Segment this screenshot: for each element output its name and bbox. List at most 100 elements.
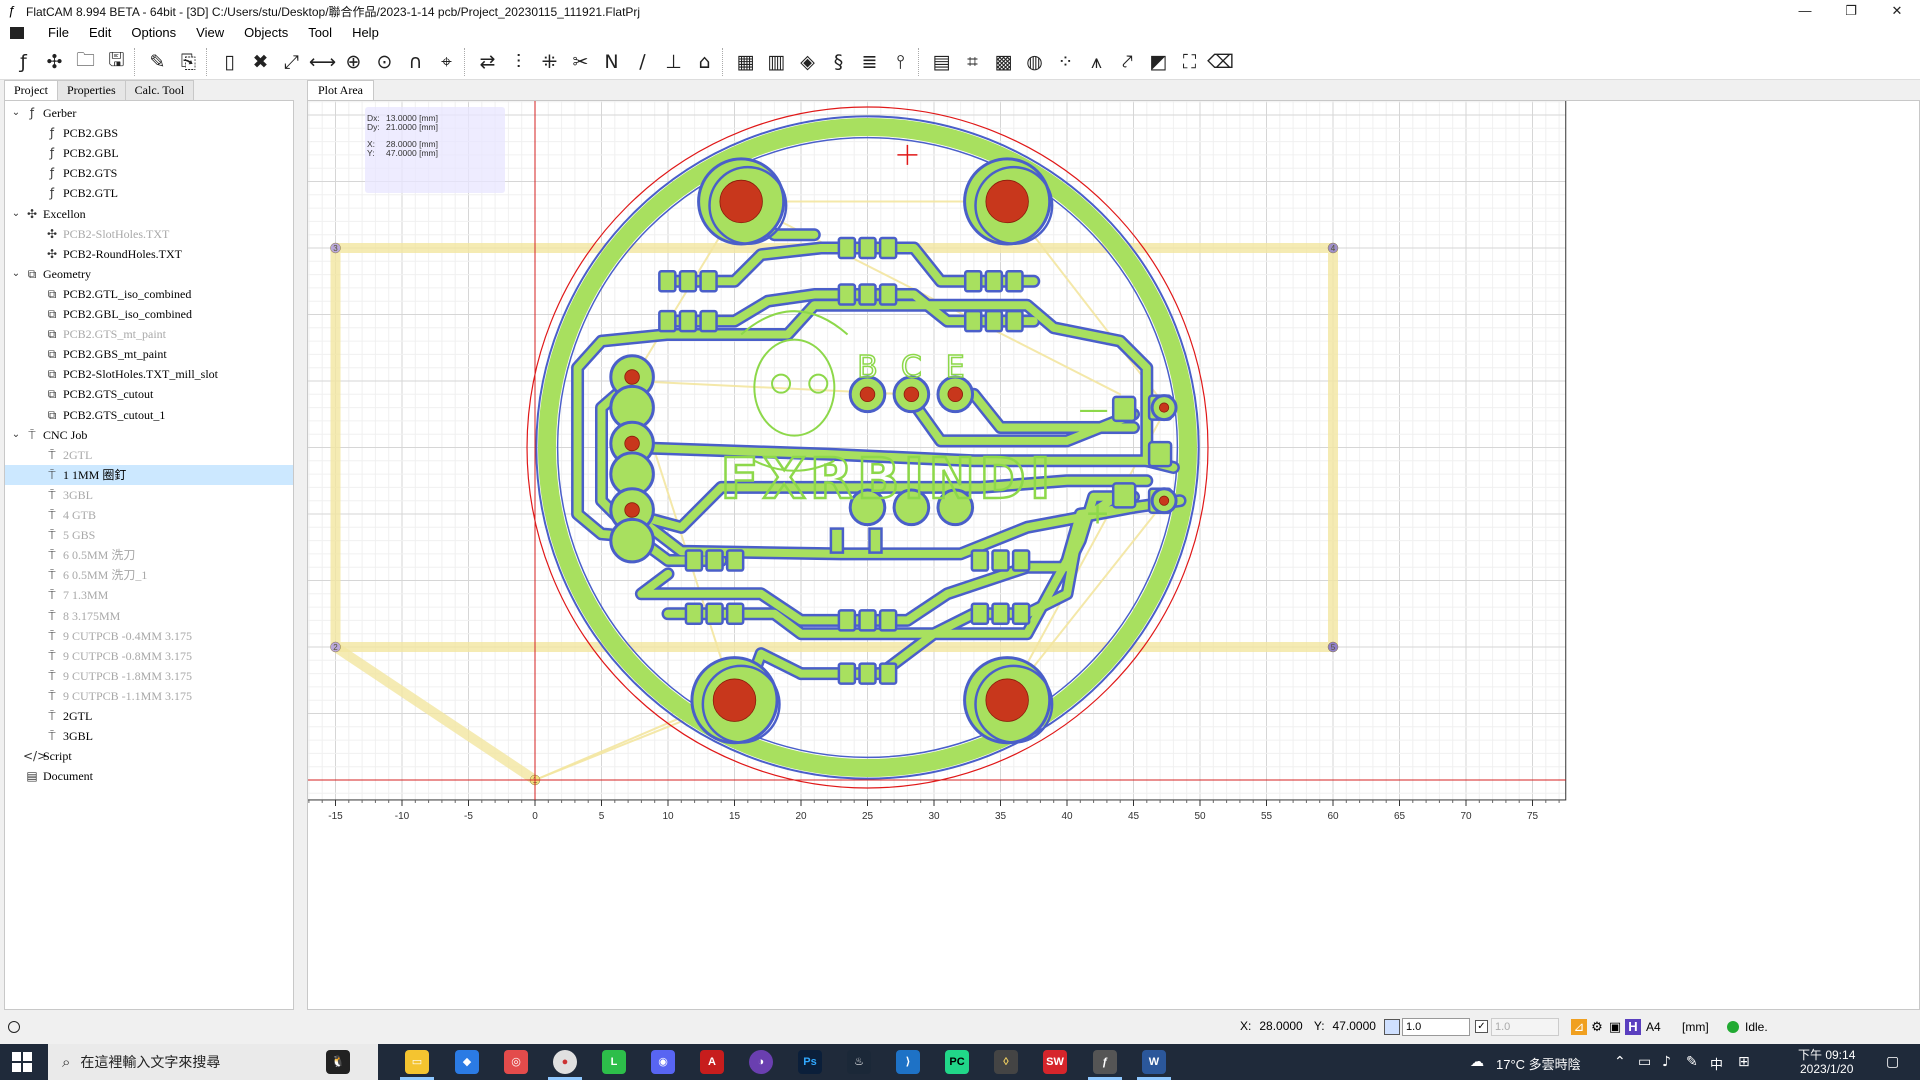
tree-category[interactable]: </> Script <box>5 746 293 766</box>
delete-x-icon[interactable]: ✖ <box>245 47 276 77</box>
vscode-icon[interactable]: ⟩ <box>896 1050 920 1074</box>
maximize-button[interactable]: ❐ <box>1828 0 1874 22</box>
target-icon[interactable]: ⊙ <box>369 47 400 77</box>
align-icon[interactable]: ⫶ <box>503 47 534 77</box>
tree-item[interactable]: ⍑ 8 3.175MM <box>5 606 293 626</box>
chrome-icon[interactable]: ● <box>553 1050 577 1074</box>
app-menu-icon[interactable] <box>10 27 24 39</box>
tree-category[interactable]: ⌄ ⍑ CNC Job <box>5 425 293 445</box>
notification-icon[interactable]: ▢ <box>1886 1054 1899 1070</box>
tab-plot-area[interactable]: Plot Area <box>307 80 374 100</box>
tree-category[interactable]: ⌄ ƒ Gerber <box>5 103 293 123</box>
cut-icon[interactable]: ✂ <box>565 47 596 77</box>
menu-view[interactable]: View <box>186 22 234 44</box>
rules-icon[interactable]: ≣ <box>854 47 885 77</box>
tree-item[interactable]: ⍑ 1 1MM 圈釘 <box>5 464 293 485</box>
pcb-icon[interactable]: ⌂ <box>689 47 720 77</box>
axis-toggle-icon[interactable]: ⊿ <box>1571 1019 1587 1035</box>
tree-category[interactable]: ⌄ ✣ Excellon <box>5 204 293 224</box>
tree-item[interactable]: ƒ PCB2.GTS <box>5 163 293 183</box>
tab-calc-tool[interactable]: Calc. Tool <box>124 80 195 100</box>
solder-icon[interactable]: ⊥ <box>658 47 689 77</box>
ncc-icon[interactable]: N <box>596 47 627 77</box>
volume-icon[interactable]: ♪ <box>1662 1054 1671 1070</box>
acrobat-icon[interactable]: A <box>700 1050 724 1074</box>
chevron-down-icon[interactable]: ⌄ <box>9 425 23 445</box>
calculator-icon[interactable]: ▤ <box>926 47 957 77</box>
drill-icon[interactable]: ⫯ <box>885 47 916 77</box>
tree-item[interactable]: ⍑ 3GBL <box>5 485 293 505</box>
tree-item[interactable]: ⧉ PCB2-SlotHoles.TXT_mill_slot <box>5 364 293 384</box>
tree-item[interactable]: ⧉ PCB2.GTS_cutout_1 <box>5 405 293 425</box>
crop-icon[interactable]: ⌗ <box>957 47 988 77</box>
check-icon[interactable]: ◍ <box>1019 47 1050 77</box>
invert-icon[interactable]: ◩ <box>1143 47 1174 77</box>
tree-item[interactable]: ⍑ 9 CUTPCB -0.4MM 3.175 <box>5 626 293 646</box>
ime-mode-icon[interactable]: ⊞ <box>1738 1054 1750 1070</box>
fullscreen-icon[interactable]: ⛶ <box>1174 47 1205 77</box>
discord-icon[interactable]: ◉ <box>651 1050 675 1074</box>
close-button[interactable]: ✕ <box>1874 0 1920 22</box>
film-icon[interactable]: ▥ <box>761 47 792 77</box>
windows-start-icon[interactable] <box>12 1052 32 1072</box>
chevron-down-icon[interactable]: ⌄ <box>9 204 23 224</box>
new-excellon-icon[interactable]: ✣ <box>39 47 70 77</box>
menu-file[interactable]: File <box>38 22 79 44</box>
menu-objects[interactable]: Objects <box>234 22 298 44</box>
tree-item[interactable]: ⍑ 2GTL <box>5 445 293 465</box>
panelize-icon[interactable]: ▦ <box>730 47 761 77</box>
grid-y-input[interactable]: 1.0 <box>1491 1018 1559 1036</box>
tree-category[interactable]: ▤ Document <box>5 766 293 786</box>
eraser-icon[interactable]: ⌫ <box>1205 47 1236 77</box>
shield-app-icon[interactable]: ◊ <box>994 1050 1018 1074</box>
steam-icon[interactable]: ♨ <box>847 1050 871 1074</box>
pen-icon[interactable]: ✎ <box>1686 1054 1698 1070</box>
stencil-icon[interactable]: § <box>823 47 854 77</box>
copy-doc-icon[interactable]: ⎘ <box>173 47 204 77</box>
tray-chevron-icon[interactable]: ⌃ <box>1614 1054 1626 1070</box>
weather-cloud-icon[interactable]: ☁ <box>1470 1054 1484 1070</box>
tree-item[interactable]: ⧉ PCB2.GTS_mt_paint <box>5 324 293 344</box>
new-doc-icon[interactable]: ▯ <box>214 47 245 77</box>
solidworks-icon[interactable]: SW <box>1043 1050 1067 1074</box>
tree-item[interactable]: ƒ PCB2.GBL <box>5 143 293 163</box>
tree-item[interactable]: ⍑ 6 0.5MM 洗刀 <box>5 545 293 565</box>
new-gerber-icon[interactable]: ƒ <box>8 47 39 77</box>
line-app-icon[interactable]: L <box>602 1050 626 1074</box>
clock-date[interactable]: 2023/1/20 <box>1800 1062 1853 1076</box>
terminal-icon[interactable]: ▣ <box>1607 1019 1623 1035</box>
tree-item[interactable]: ⧉ PCB2.GBS_mt_paint <box>5 344 293 364</box>
tree-item[interactable]: ⍑ 6 0.5MM 洗刀_1 <box>5 565 293 585</box>
qr-icon[interactable]: ▩ <box>988 47 1019 77</box>
tree-item[interactable]: ⍑ 3GBL <box>5 726 293 746</box>
github-desktop-icon[interactable]: ◑ <box>749 1050 773 1074</box>
clock-time[interactable]: 下午 09:14 <box>1798 1046 1855 1063</box>
origin-icon[interactable]: ⊕ <box>338 47 369 77</box>
plot-canvas[interactable]: -15-10-505101520253035404550556065707505… <box>307 100 1920 1010</box>
word-icon[interactable]: W <box>1142 1050 1166 1074</box>
settings-gear-icon[interactable]: ⚙ <box>1589 1019 1605 1035</box>
menu-options[interactable]: Options <box>121 22 186 44</box>
network-icon[interactable]: ▭ <box>1638 1054 1651 1070</box>
units-label[interactable]: [mm] <box>1682 1020 1709 1034</box>
extract-icon[interactable]: ⩚ <box>1081 47 1112 77</box>
hud-icon[interactable]: H <box>1625 1019 1641 1035</box>
file-explorer-icon[interactable]: ▭ <box>405 1050 429 1074</box>
grid-x-input[interactable]: 1.0 <box>1402 1018 1470 1036</box>
copper-fill-icon[interactable]: ◈ <box>792 47 823 77</box>
punch-icon[interactable]: ⤤ <box>1112 47 1143 77</box>
tree-item[interactable]: ⍑ 5 GBS <box>5 525 293 545</box>
tree-item[interactable]: ✣ PCB2-RoundHoles.TXT <box>5 244 293 264</box>
tree-item[interactable]: ⍑ 9 CUTPCB -0.8MM 3.175 <box>5 646 293 666</box>
save-icon[interactable]: 🖫 <box>101 47 132 77</box>
tree-item[interactable]: ⍑ 9 CUTPCB -1.1MM 3.175 <box>5 686 293 706</box>
vs-app-icon[interactable]: ◆ <box>455 1050 479 1074</box>
distance-icon[interactable]: ⟷ <box>307 47 338 77</box>
tree-item[interactable]: ƒ PCB2.GBS <box>5 123 293 143</box>
tree-item[interactable]: ⧉ PCB2.GTS_cutout <box>5 384 293 404</box>
tree-item[interactable]: ⍑ 4 GTB <box>5 505 293 525</box>
flip-icon[interactable]: ⇄ <box>472 47 503 77</box>
flatcam-task-icon[interactable]: ƒ <box>1093 1050 1117 1074</box>
grid-lock-checkbox[interactable]: ✓ <box>1475 1020 1488 1033</box>
tree-item[interactable]: ✣ PCB2-SlotHoles.TXT <box>5 224 293 244</box>
